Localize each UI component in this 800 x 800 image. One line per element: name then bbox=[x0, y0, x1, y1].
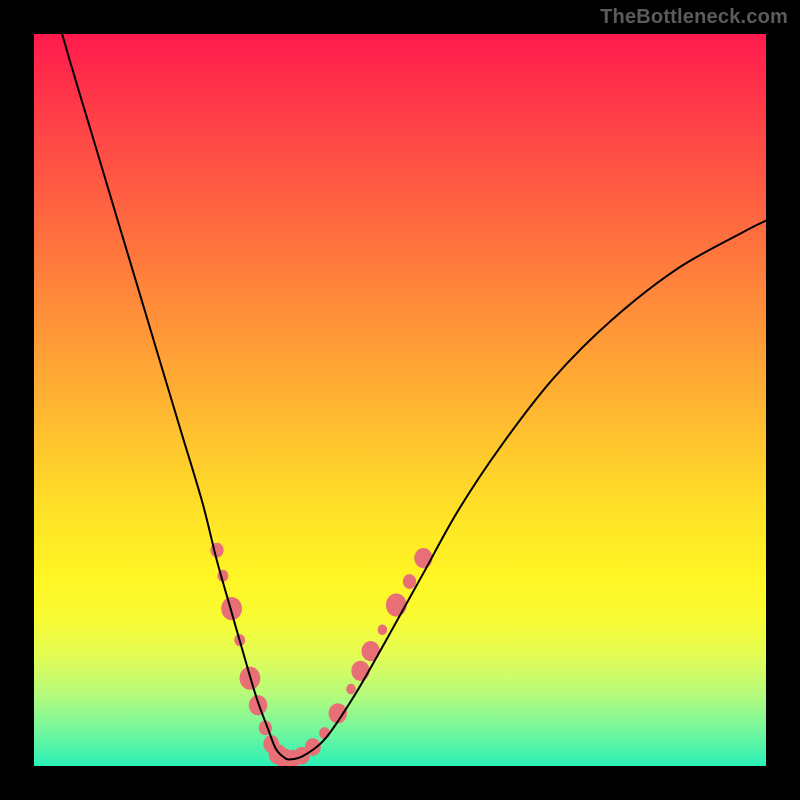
data-marker bbox=[351, 661, 369, 681]
chart-svg bbox=[34, 34, 766, 766]
data-marker bbox=[378, 625, 388, 636]
data-marker bbox=[403, 574, 416, 589]
data-marker bbox=[414, 548, 432, 568]
watermark-text: TheBottleneck.com bbox=[600, 6, 788, 29]
data-marker bbox=[221, 597, 242, 620]
data-marker bbox=[386, 593, 407, 616]
plot-area bbox=[34, 34, 766, 766]
bottleneck-curve bbox=[56, 34, 766, 759]
data-marker bbox=[346, 684, 356, 695]
chart-frame: TheBottleneck.com bbox=[0, 0, 800, 800]
